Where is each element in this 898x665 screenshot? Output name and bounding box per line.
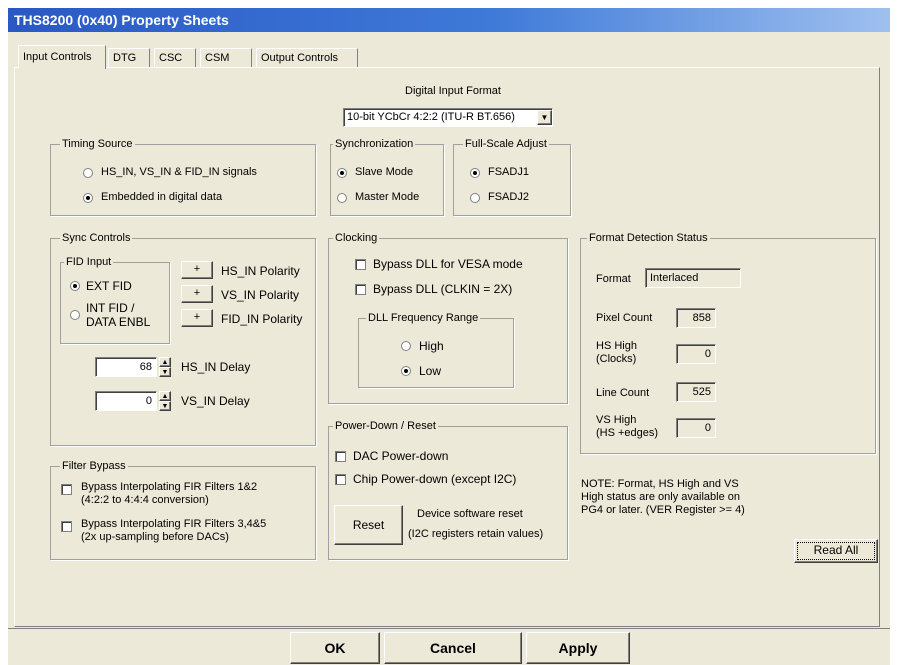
- hs-high-label-line1: HS High: [596, 340, 637, 352]
- vs-polarity-label: VS_IN Polarity: [221, 288, 300, 302]
- full-scale-adjust-title: Full-Scale Adjust: [463, 138, 549, 150]
- synchronization-title: Synchronization: [333, 138, 416, 150]
- vs-polarity-button[interactable]: +: [181, 285, 213, 303]
- digital-input-format-select[interactable]: 10-bit YCbCr 4:2:2 (ITU-R BT.656): [343, 108, 553, 127]
- fid-input-title: FID Input: [64, 256, 114, 268]
- radio-dll-low[interactable]: [401, 366, 411, 376]
- radio-fsadj1[interactable]: [470, 168, 480, 178]
- bypass-filters-12-line2: (4:2:2 to 4:4:4 conversion): [81, 494, 209, 506]
- clocking-title: Clocking: [333, 232, 380, 244]
- format-detection-title: Format Detection Status: [587, 232, 710, 244]
- bypass-dll-vesa-label: Bypass DLL for VESA mode: [373, 257, 523, 271]
- dac-power-down-checkbox[interactable]: [335, 451, 346, 462]
- bypass-dll-vesa-checkbox[interactable]: [355, 259, 366, 270]
- note-line2: High status are only available on: [581, 491, 740, 503]
- radio-slave-mode[interactable]: [337, 168, 347, 178]
- bypass-filters-345-line2: (2x up-sampling before DACs): [81, 531, 229, 543]
- dropdown-arrow-icon[interactable]: ▼: [537, 110, 552, 125]
- radio-master-mode[interactable]: [337, 193, 347, 203]
- bypass-filters-345-checkbox[interactable]: [61, 521, 72, 532]
- ok-button[interactable]: OK: [290, 632, 380, 664]
- tab-csc[interactable]: CSC: [154, 48, 196, 67]
- power-down-title: Power-Down / Reset: [333, 420, 438, 432]
- radio-ext-fid[interactable]: [70, 281, 80, 291]
- hs-polarity-button[interactable]: +: [181, 261, 213, 279]
- radio-embedded-digital[interactable]: [83, 193, 93, 203]
- line-count-label: Line Count: [596, 387, 650, 399]
- bypass-filters-12-checkbox[interactable]: [61, 484, 72, 495]
- bypass-dll-2x-label: Bypass DLL (CLKIN = 2X): [373, 282, 513, 296]
- tab-output-controls[interactable]: Output Controls: [256, 48, 358, 67]
- bypass-filters-345-line1: Bypass Interpolating FIR Filters 3,4&5: [81, 518, 267, 530]
- fid-polarity-label: FID_IN Polarity: [221, 312, 303, 326]
- hs-delay-input[interactable]: 68: [95, 357, 157, 377]
- vs-delay-input[interactable]: 0: [95, 391, 157, 411]
- bypass-filters-12-line1: Bypass Interpolating FIR Filters 1&2: [81, 481, 258, 493]
- full-scale-adjust-group: [453, 144, 571, 216]
- hs-polarity-label: HS_IN Polarity: [221, 264, 300, 278]
- format-value: Interlaced: [645, 268, 741, 288]
- vs-high-value: 0: [676, 418, 716, 438]
- chip-power-down-label: Chip Power-down (except I2C): [353, 472, 517, 486]
- fsadj2-label: FSADJ2: [488, 191, 529, 203]
- master-mode-label: Master Mode: [355, 191, 420, 203]
- tab-dtg[interactable]: DTG: [108, 48, 150, 67]
- hs-high-value: 0: [676, 344, 716, 364]
- int-fid-label-line2: DATA ENBL: [86, 315, 151, 329]
- int-fid-label-line1: INT FID /: [86, 301, 135, 315]
- vs-delay-label: VS_IN Delay: [181, 394, 250, 408]
- timing-source-title: Timing Source: [60, 138, 135, 150]
- reset-button[interactable]: Reset: [334, 505, 403, 545]
- bypass-dll-2x-checkbox[interactable]: [355, 284, 366, 295]
- dll-high-label: High: [419, 339, 444, 353]
- note-line3: PG4 or later. (VER Register >= 4): [581, 504, 745, 516]
- hs-delay-up-icon[interactable]: ▲: [159, 357, 171, 367]
- timing-option-signals-label: HS_IN, VS_IN & FID_IN signals: [101, 166, 257, 178]
- reset-desc-line2: (I2C registers retain values): [408, 528, 544, 540]
- read-all-button[interactable]: Read All: [794, 539, 878, 563]
- vs-high-label-line2: (HS +edges): [596, 427, 659, 439]
- vs-delay-up-icon[interactable]: ▲: [159, 391, 171, 401]
- slave-mode-label: Slave Mode: [355, 166, 414, 178]
- tab-input-controls[interactable]: Input Controls: [18, 45, 106, 69]
- radio-fsadj2[interactable]: [470, 193, 480, 203]
- vs-high-label-line1: VS High: [596, 414, 637, 426]
- radio-dll-high[interactable]: [401, 341, 411, 351]
- chip-power-down-checkbox[interactable]: [335, 474, 346, 485]
- radio-hs-vs-fid-signals[interactable]: [83, 168, 93, 178]
- vs-delay-down-icon[interactable]: ▼: [159, 401, 171, 411]
- timing-option-embedded-label: Embedded in digital data: [101, 191, 223, 203]
- format-label: Format: [596, 273, 631, 285]
- hs-delay-down-icon[interactable]: ▼: [159, 367, 171, 377]
- dll-frequency-title: DLL Frequency Range: [366, 312, 481, 324]
- synchronization-group: [330, 144, 444, 216]
- tab-csm[interactable]: CSM: [200, 48, 252, 67]
- dac-power-down-label: DAC Power-down: [353, 449, 449, 463]
- radio-int-fid[interactable]: [70, 310, 80, 320]
- window-title: THS8200 (0x40) Property Sheets: [8, 8, 890, 32]
- digital-input-format-label: Digital Input Format: [405, 85, 501, 97]
- reset-desc-line1: Device software reset: [417, 508, 523, 520]
- dll-low-label: Low: [419, 364, 442, 378]
- cancel-button[interactable]: Cancel: [384, 632, 522, 664]
- fsadj1-label: FSADJ1: [488, 166, 529, 178]
- pixel-count-value: 858: [676, 308, 716, 328]
- note-line1: NOTE: Format, HS High and VS: [581, 478, 739, 490]
- line-count-value: 525: [676, 382, 716, 402]
- apply-button[interactable]: Apply: [526, 632, 630, 664]
- hs-delay-label: HS_IN Delay: [181, 360, 251, 374]
- timing-source-group: [50, 144, 316, 216]
- fid-polarity-button[interactable]: +: [181, 309, 213, 327]
- sync-controls-title: Sync Controls: [60, 232, 133, 244]
- pixel-count-label: Pixel Count: [596, 312, 653, 324]
- filter-bypass-title: Filter Bypass: [60, 460, 128, 472]
- hs-high-label-line2: (Clocks): [596, 353, 637, 365]
- ext-fid-label: EXT FID: [86, 279, 132, 293]
